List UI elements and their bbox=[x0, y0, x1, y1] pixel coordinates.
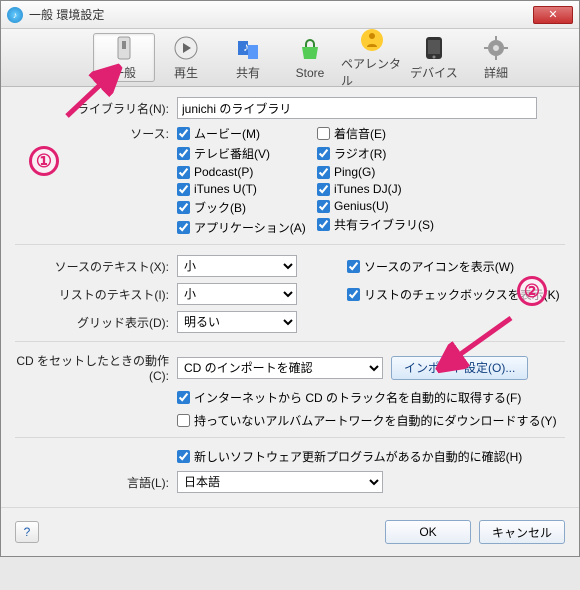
gear-icon bbox=[482, 34, 510, 62]
source2-4-checkbox[interactable] bbox=[317, 200, 330, 213]
source2-2-checkbox[interactable] bbox=[317, 166, 330, 179]
window-title: 一般 環境設定 bbox=[29, 6, 533, 23]
app-icon: ♪ bbox=[7, 7, 23, 23]
device-icon bbox=[420, 34, 448, 62]
check-updates-checkbox[interactable] bbox=[177, 450, 190, 463]
cdopt-0-label: インターネットから CD のトラック名を自動的に取得する(F) bbox=[194, 389, 521, 406]
separator bbox=[15, 341, 565, 342]
share-icon: ♪ bbox=[234, 34, 262, 62]
separator bbox=[15, 244, 565, 245]
show-icons-checkbox[interactable] bbox=[347, 260, 360, 273]
cdopt-1-label: 持っていないアルバムアートワークを自動的にダウンロードする(Y) bbox=[194, 412, 557, 429]
source-text-select[interactable]: 小 bbox=[177, 255, 297, 277]
show-checkboxes-checkbox[interactable] bbox=[347, 288, 360, 301]
preferences-toolbar: 一般 再生 ♪ 共有 Store ペアレンタル デバイス 詳細 bbox=[1, 29, 579, 87]
store-icon bbox=[296, 36, 324, 64]
svg-text:♪: ♪ bbox=[243, 40, 249, 54]
separator bbox=[15, 437, 565, 438]
parental-icon bbox=[358, 27, 386, 53]
grid-select[interactable]: 明るい bbox=[177, 311, 297, 333]
tab-label: ペアレンタル bbox=[341, 55, 403, 89]
source1-0-label: ムービー(M) bbox=[194, 125, 260, 142]
tab-parental[interactable]: ペアレンタル bbox=[341, 33, 403, 82]
source2-5-checkbox[interactable] bbox=[317, 218, 330, 231]
source2-0-label: 着信音(E) bbox=[334, 125, 386, 142]
show-icons-label: ソースのアイコンを表示(W) bbox=[364, 258, 514, 275]
cdopt-0-checkbox[interactable] bbox=[177, 391, 190, 404]
tab-store[interactable]: Store bbox=[279, 33, 341, 82]
source2-3-checkbox[interactable] bbox=[317, 183, 330, 196]
source1-1-label: テレビ番組(V) bbox=[194, 145, 270, 162]
cd-action-select[interactable]: CD のインポートを確認 bbox=[177, 357, 383, 379]
source-text-label: ソースのテキスト(X): bbox=[15, 258, 177, 275]
source2-0-checkbox[interactable] bbox=[317, 127, 330, 140]
dialog-footer: ? OK キャンセル bbox=[1, 507, 579, 556]
source1-0-checkbox[interactable] bbox=[177, 127, 190, 140]
list-text-select[interactable]: 小 bbox=[177, 283, 297, 305]
general-icon bbox=[110, 34, 138, 62]
cd-action-label: CD をセットしたときの動作(C): bbox=[15, 352, 177, 383]
source1-2-label: Podcast(P) bbox=[194, 165, 253, 179]
list-text-label: リストのテキスト(I): bbox=[15, 286, 177, 303]
preferences-window: ♪ 一般 環境設定 ✕ 一般 再生 ♪ 共有 Store ペアレンタル デバイス bbox=[0, 0, 580, 557]
tab-label: 共有 bbox=[236, 64, 260, 81]
source1-3-checkbox[interactable] bbox=[177, 183, 190, 196]
grid-label: グリッド表示(D): bbox=[15, 314, 177, 331]
ok-button[interactable]: OK bbox=[385, 520, 471, 544]
source1-4-checkbox[interactable] bbox=[177, 201, 190, 214]
language-select[interactable]: 日本語 bbox=[177, 471, 383, 493]
source1-5-label: アプリケーション(A) bbox=[194, 219, 306, 236]
content-pane: ライブラリ名(N): ソース: ムービー(M) テレビ番組(V) Podcast(P… bbox=[1, 87, 579, 507]
tab-label: デバイス bbox=[410, 64, 458, 81]
source1-3-label: iTunes U(T) bbox=[194, 182, 257, 196]
show-checkboxes-label: リストのチェックボックスを表示(K) bbox=[364, 286, 560, 303]
tab-label: Store bbox=[296, 66, 325, 80]
play-icon bbox=[172, 34, 200, 62]
library-name-input[interactable] bbox=[177, 97, 537, 119]
tab-label: 詳細 bbox=[484, 64, 508, 81]
source2-3-label: iTunes DJ(J) bbox=[334, 182, 402, 196]
cancel-button[interactable]: キャンセル bbox=[479, 520, 565, 544]
import-settings-button[interactable]: インポート設定(O)... bbox=[391, 356, 528, 380]
source-label: ソース: bbox=[15, 125, 177, 142]
tab-label: 再生 bbox=[174, 64, 198, 81]
help-button[interactable]: ? bbox=[15, 521, 39, 543]
source2-2-label: Ping(G) bbox=[334, 165, 375, 179]
language-label: 言語(L): bbox=[15, 474, 177, 491]
check-updates-label: 新しいソフトウェア更新プログラムがあるか自動的に確認(H) bbox=[194, 448, 522, 465]
library-name-label: ライブラリ名(N): bbox=[15, 100, 177, 117]
close-button[interactable]: ✕ bbox=[533, 6, 573, 24]
source2-1-label: ラジオ(R) bbox=[334, 145, 386, 162]
source1-4-label: ブック(B) bbox=[194, 199, 246, 216]
tab-label: 一般 bbox=[112, 64, 136, 81]
source1-1-checkbox[interactable] bbox=[177, 147, 190, 160]
source2-5-label: 共有ライブラリ(S) bbox=[334, 216, 434, 233]
tab-general[interactable]: 一般 bbox=[93, 33, 155, 82]
source1-5-checkbox[interactable] bbox=[177, 221, 190, 234]
source2-4-label: Genius(U) bbox=[334, 199, 389, 213]
source1-2-checkbox[interactable] bbox=[177, 166, 190, 179]
titlebar: ♪ 一般 環境設定 ✕ bbox=[1, 1, 579, 29]
tab-playback[interactable]: 再生 bbox=[155, 33, 217, 82]
tab-advanced[interactable]: 詳細 bbox=[465, 33, 527, 82]
tab-devices[interactable]: デバイス bbox=[403, 33, 465, 82]
tab-sharing[interactable]: ♪ 共有 bbox=[217, 33, 279, 82]
cdopt-1-checkbox[interactable] bbox=[177, 414, 190, 427]
source2-1-checkbox[interactable] bbox=[317, 147, 330, 160]
